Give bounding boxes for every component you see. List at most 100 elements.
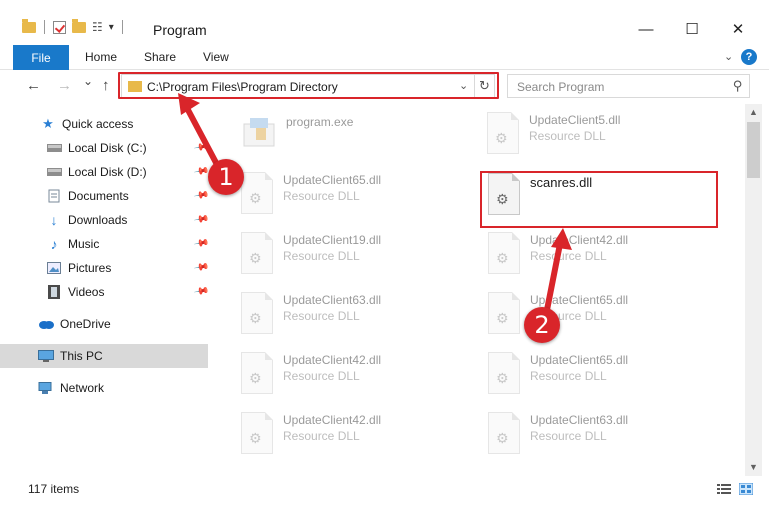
minimize-button[interactable]: — bbox=[623, 14, 669, 44]
computer-icon bbox=[38, 349, 54, 363]
status-bar: 117 items bbox=[0, 476, 769, 500]
file-type: Resource DLL bbox=[283, 249, 360, 263]
customize-dropdown-icon[interactable]: ▾ bbox=[109, 22, 114, 33]
file-item-updateclient42[interactable]: ⚙ UpdateClient42.dll Resource DLL bbox=[237, 412, 477, 468]
file-name: UpdateClient42.dll bbox=[283, 353, 382, 367]
network-icon bbox=[38, 381, 54, 395]
sidebar-item-documents[interactable]: Documents 📌 bbox=[0, 184, 214, 208]
pin-icon[interactable]: 📌 bbox=[193, 259, 210, 275]
file-name: UpdateClient42.dll bbox=[283, 413, 382, 427]
tab-file[interactable]: File bbox=[13, 45, 69, 70]
file-name: UpdateClient65.dll bbox=[530, 353, 629, 367]
tab-home[interactable]: Home bbox=[85, 50, 117, 64]
navigation-pane: ★ Quick access Local Disk (C:) 📌 Local D… bbox=[0, 104, 214, 476]
new-folder-icon[interactable] bbox=[72, 18, 86, 33]
file-highlight-box bbox=[480, 171, 718, 228]
file-item-updateclient65[interactable]: ⚙ UpdateClient65.dll Resource DLL bbox=[484, 292, 724, 348]
pin-icon[interactable]: 📌 bbox=[193, 187, 210, 203]
quick-access-toolbar: ☷ ▾ bbox=[22, 18, 125, 34]
music-icon: ♪ bbox=[50, 236, 58, 252]
file-name: UpdateClient42.dll bbox=[530, 233, 629, 247]
file-item-updateclient19[interactable]: ⚙ UpdateClient19.dll Resource DLL bbox=[237, 232, 477, 288]
file-item-updateclient63[interactable]: ⚙ UpdateClient63.dll Resource DLL bbox=[484, 412, 724, 468]
recent-locations-button[interactable]: ⌄ bbox=[83, 74, 93, 88]
forward-button[interactable]: → bbox=[57, 77, 72, 94]
search-input[interactable]: Search Program ⚲ bbox=[507, 74, 750, 98]
videos-icon bbox=[46, 285, 62, 299]
file-item-program-exe[interactable]: program.exe bbox=[240, 112, 480, 168]
sidebar-item-onedrive[interactable]: OneDrive bbox=[0, 312, 214, 336]
properties-icon[interactable] bbox=[53, 20, 66, 34]
pin-icon[interactable]: 📌 bbox=[193, 283, 210, 299]
pin-icon[interactable]: 📌 bbox=[193, 163, 210, 179]
folder-icon bbox=[22, 18, 36, 33]
up-button[interactable]: ↑ bbox=[102, 77, 110, 94]
vertical-scrollbar[interactable]: ▲ ▼ bbox=[745, 104, 762, 476]
window-title: Program bbox=[153, 22, 207, 38]
file-name: UpdateClient5.dll bbox=[529, 113, 621, 127]
sidebar-item-label: This PC bbox=[60, 349, 103, 363]
pin-icon[interactable]: 📌 bbox=[193, 139, 210, 155]
scroll-down-icon[interactable]: ▼ bbox=[749, 462, 758, 472]
search-icon[interactable]: ⚲ bbox=[733, 78, 743, 94]
sidebar-item-local-disk-d[interactable]: Local Disk (D:) 📌 bbox=[0, 160, 214, 184]
details-view-icon[interactable] bbox=[717, 483, 731, 495]
dll-file-icon: ⚙ bbox=[484, 292, 524, 340]
file-type: Resource DLL bbox=[283, 309, 360, 323]
sidebar-item-label: Pictures bbox=[68, 261, 112, 275]
sidebar-item-quick-access[interactable]: ★ Quick access bbox=[0, 112, 214, 136]
expand-ribbon-icon[interactable]: ⌄ bbox=[724, 50, 733, 63]
back-button[interactable]: ← bbox=[26, 77, 41, 94]
file-item-updateclient65[interactable]: ⚙ UpdateClient65.dll Resource DLL bbox=[237, 172, 477, 228]
maximize-button[interactable]: ☐ bbox=[669, 14, 715, 44]
file-item-updateclient63[interactable]: ⚙ UpdateClient63.dll Resource DLL bbox=[237, 292, 477, 348]
file-type: Resource DLL bbox=[529, 129, 606, 143]
file-type: Resource DLL bbox=[530, 369, 607, 383]
dll-file-icon: ⚙ bbox=[484, 412, 524, 460]
sidebar-item-label: Network bbox=[60, 381, 105, 395]
file-name: UpdateClient63.dll bbox=[283, 293, 382, 307]
tab-view[interactable]: View bbox=[203, 50, 229, 64]
scroll-up-icon[interactable]: ▲ bbox=[749, 107, 758, 117]
sidebar-item-label: Local Disk (C:) bbox=[68, 141, 147, 155]
sidebar-item-label: OneDrive bbox=[60, 317, 111, 331]
close-button[interactable]: ✕ bbox=[715, 14, 761, 44]
drive-icon bbox=[46, 141, 62, 155]
file-item-updateclient42[interactable]: ⚙ UpdateClient42.dll Resource DLL bbox=[237, 352, 477, 408]
sidebar-item-label: Downloads bbox=[68, 213, 128, 227]
address-highlight-box bbox=[118, 72, 499, 99]
sidebar-item-videos[interactable]: Videos 📌 bbox=[0, 280, 214, 304]
sidebar-item-this-pc[interactable]: This PC bbox=[0, 344, 208, 368]
file-item-updateclient65[interactable]: ⚙ UpdateClient65.dll Resource DLL bbox=[484, 352, 724, 408]
download-icon: ↓ bbox=[50, 212, 58, 228]
sidebar-item-network[interactable]: Network bbox=[0, 376, 214, 400]
file-type: Resource DLL bbox=[283, 189, 360, 203]
sidebar-item-label: Documents bbox=[68, 189, 129, 203]
dll-file-icon: ⚙ bbox=[484, 352, 524, 400]
drive-icon bbox=[46, 165, 62, 179]
file-item-updateclient42[interactable]: ⚙ UpdateClient42.dll Resource DLL bbox=[484, 232, 724, 288]
sidebar-item-music[interactable]: ♪ Music 📌 bbox=[0, 232, 214, 256]
pin-icon[interactable]: 📌 bbox=[193, 211, 210, 227]
file-item-updateclient5[interactable]: ⚙ UpdateClient5.dll Resource DLL bbox=[483, 112, 723, 168]
step-badge-2: 2 bbox=[524, 307, 560, 343]
customize-icon[interactable]: ☷ bbox=[92, 20, 103, 34]
sidebar-item-pictures[interactable]: Pictures 📌 bbox=[0, 256, 214, 280]
file-name: UpdateClient19.dll bbox=[283, 233, 382, 247]
file-name: UpdateClient65.dll bbox=[283, 173, 382, 187]
star-icon: ★ bbox=[42, 116, 54, 131]
title-bar: ☷ ▾ Program — ☐ ✕ bbox=[0, 0, 769, 44]
large-icons-view-icon[interactable] bbox=[739, 483, 753, 495]
divider bbox=[121, 20, 123, 34]
sidebar-item-local-disk-c[interactable]: Local Disk (C:) 📌 bbox=[0, 136, 214, 160]
sidebar-item-label: Music bbox=[68, 237, 100, 251]
search-placeholder: Search Program bbox=[517, 80, 605, 94]
sidebar-item-label: Videos bbox=[68, 285, 105, 299]
scroll-thumb[interactable] bbox=[747, 122, 760, 178]
sidebar-item-downloads[interactable]: ↓ Downloads 📌 bbox=[0, 208, 214, 232]
file-type: Resource DLL bbox=[530, 249, 607, 263]
dll-file-icon: ⚙ bbox=[237, 292, 277, 340]
tab-share[interactable]: Share bbox=[144, 50, 176, 64]
help-icon[interactable]: ? bbox=[741, 49, 757, 65]
pin-icon[interactable]: 📌 bbox=[193, 235, 210, 251]
